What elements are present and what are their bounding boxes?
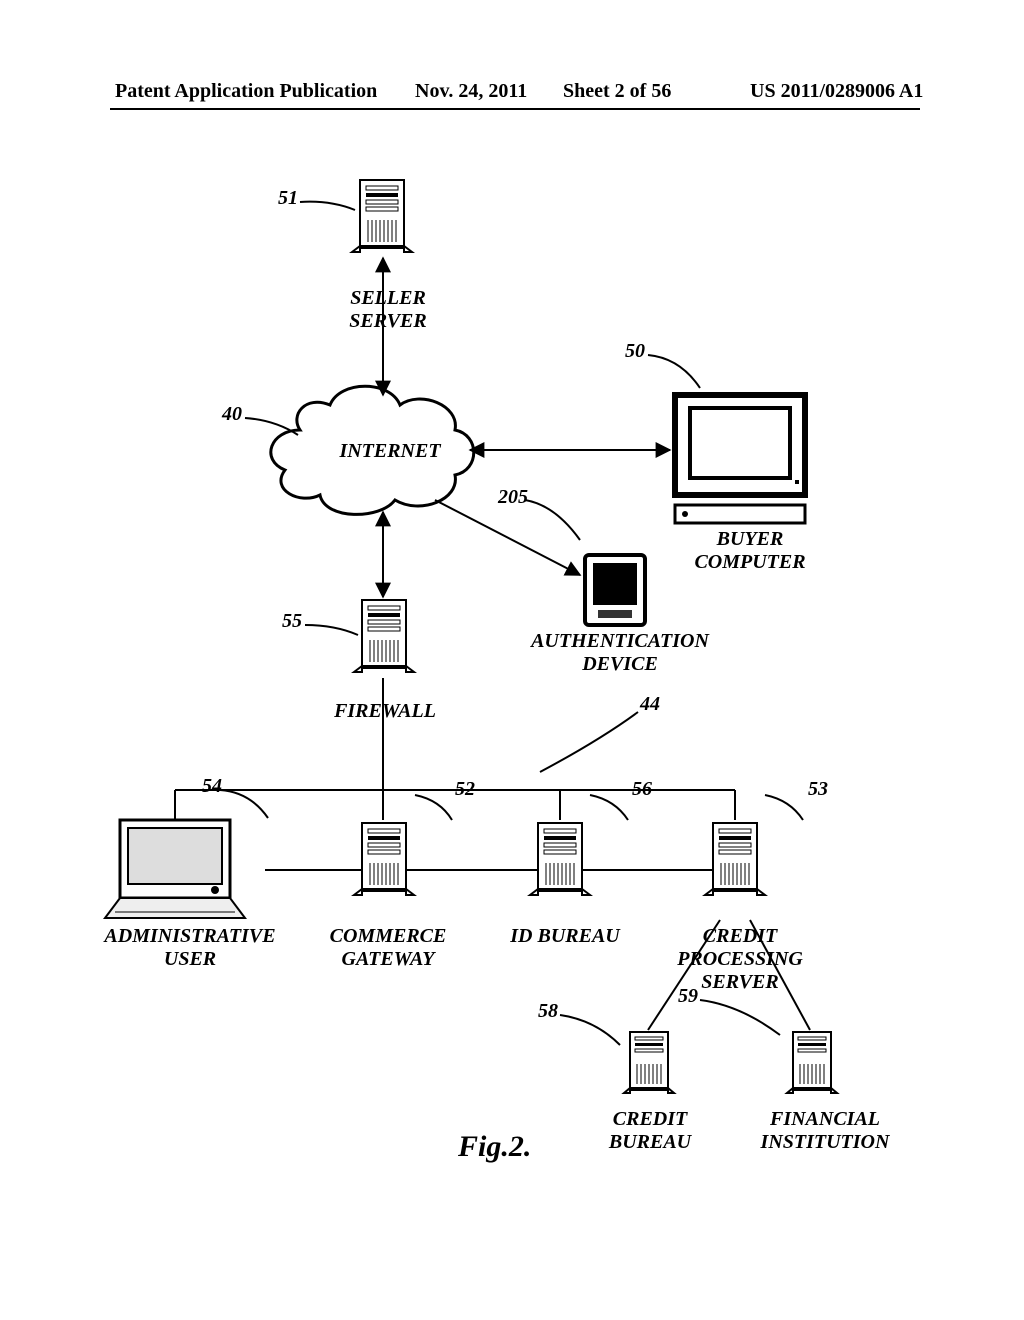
ref-51: 51 bbox=[278, 187, 298, 210]
commerce-gateway-icon bbox=[354, 823, 414, 895]
buyer-computer-icon bbox=[675, 395, 805, 523]
credit-bureau-icon bbox=[624, 1032, 674, 1093]
id-bureau-icon bbox=[530, 823, 590, 895]
label-firewall: FIREWALL bbox=[325, 700, 445, 723]
financial-institution-icon bbox=[787, 1032, 837, 1093]
label-credit-bureau: CREDITBUREAU bbox=[590, 1108, 710, 1154]
ref-52: 52 bbox=[455, 778, 475, 801]
admin-user-icon bbox=[105, 820, 245, 918]
label-financial-institution: FINANCIALINSTITUTION bbox=[745, 1108, 905, 1154]
ref-54: 54 bbox=[202, 775, 222, 798]
label-auth-device: AUTHENTICATIONDEVICE bbox=[510, 630, 730, 676]
ref-58: 58 bbox=[538, 1000, 558, 1023]
label-credit-processing: CREDITPROCESSINGSERVER bbox=[665, 925, 815, 994]
ref-40: 40 bbox=[222, 403, 242, 426]
label-id-bureau: ID BUREAU bbox=[495, 925, 635, 948]
label-seller-server: SELLERSERVER bbox=[318, 287, 458, 333]
ref-205: 205 bbox=[498, 486, 528, 509]
label-admin-user: ADMINISTRATIVEUSER bbox=[90, 925, 290, 971]
figure-caption: Fig.2. bbox=[458, 1130, 531, 1164]
ref-44: 44 bbox=[640, 693, 660, 716]
ref-59: 59 bbox=[678, 985, 698, 1008]
label-commerce-gateway: COMMERCEGATEWAY bbox=[318, 925, 458, 971]
ref-53: 53 bbox=[808, 778, 828, 801]
ref-56: 56 bbox=[632, 778, 652, 801]
credit-processing-icon bbox=[705, 823, 765, 895]
ref-55: 55 bbox=[282, 610, 302, 633]
auth-device-icon bbox=[585, 555, 645, 625]
label-internet: INTERNET bbox=[320, 440, 460, 463]
label-buyer-computer: BUYERCOMPUTER bbox=[680, 528, 820, 574]
ref-50: 50 bbox=[625, 340, 645, 363]
seller-server-icon bbox=[352, 180, 412, 252]
firewall-icon bbox=[354, 600, 414, 672]
